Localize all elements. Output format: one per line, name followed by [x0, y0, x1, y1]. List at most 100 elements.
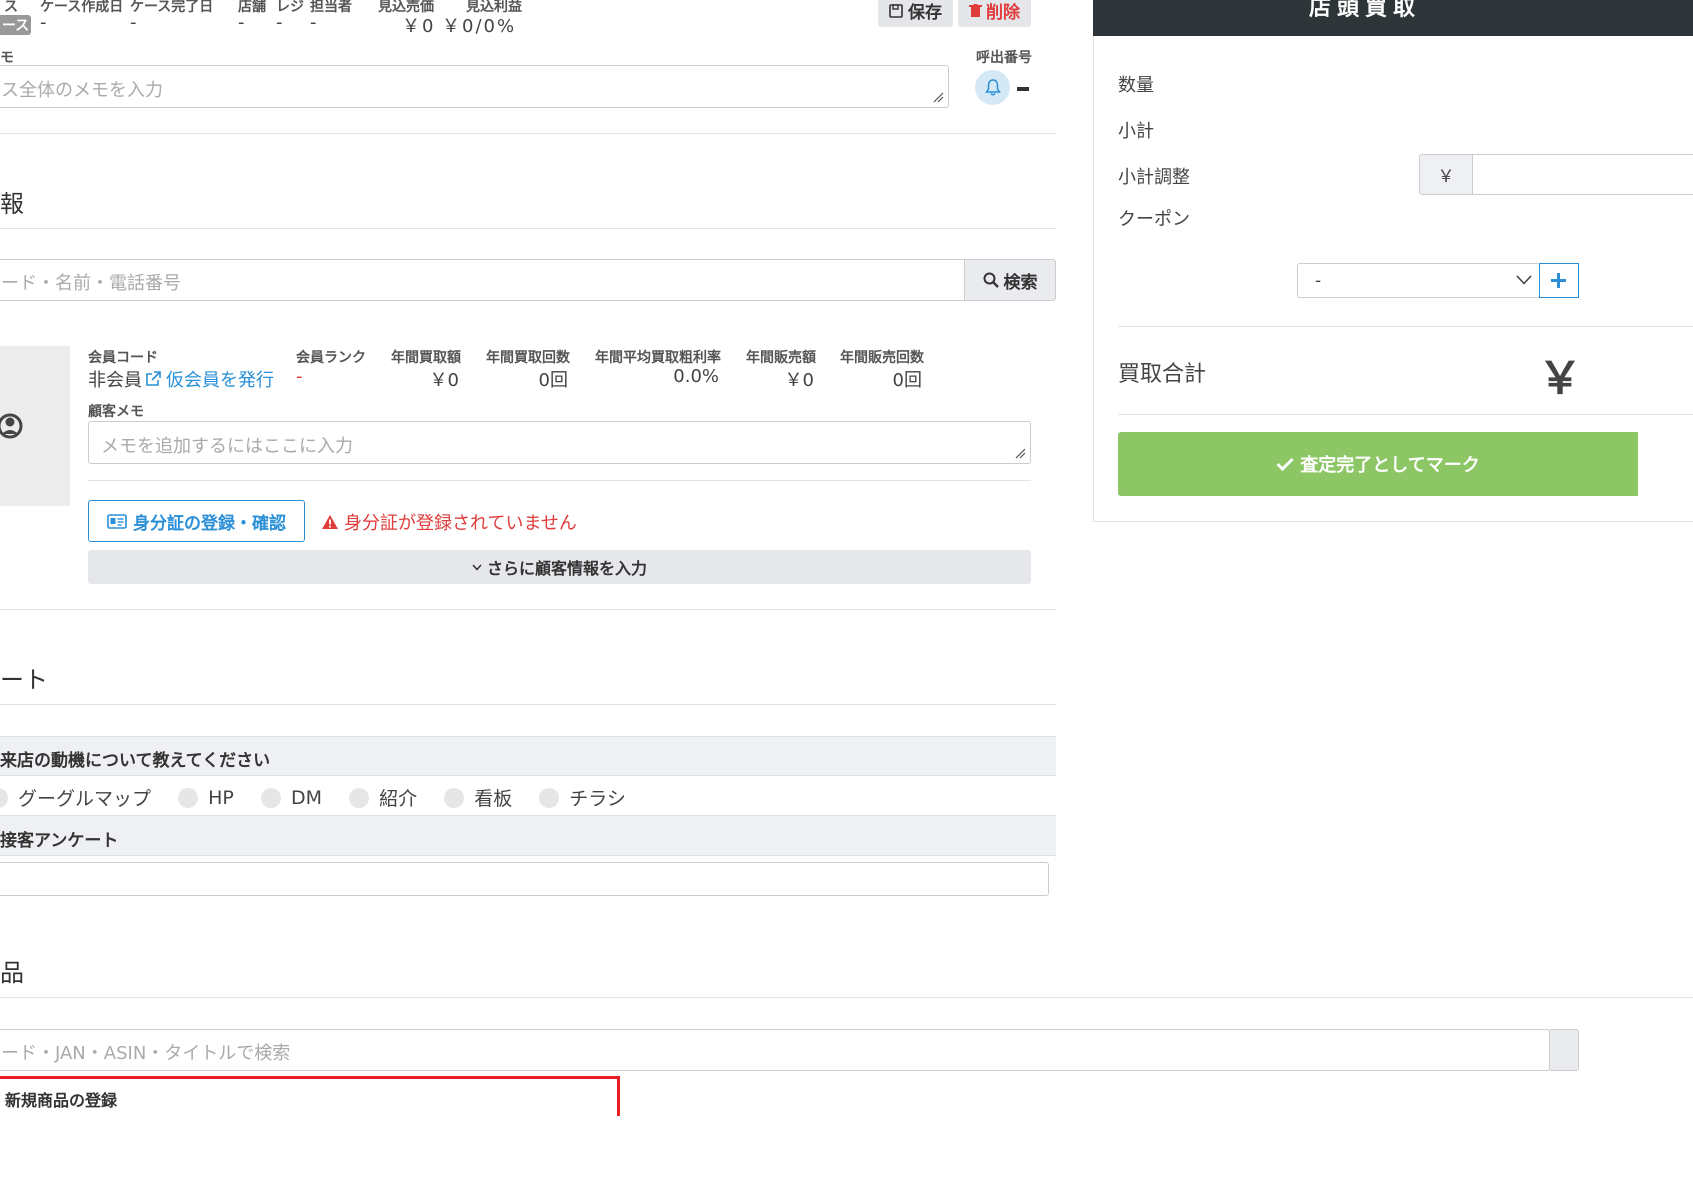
- product-search-input[interactable]: ード・JAN・ASIN・タイトルで検索: [0, 1029, 1550, 1071]
- stat-avg-margin: 0.0%: [673, 366, 719, 387]
- call-bell-button[interactable]: [975, 70, 1010, 105]
- memo-label: モ: [0, 50, 14, 66]
- survey-option-hp[interactable]: HP: [178, 787, 234, 809]
- coupon-select[interactable]: -: [1297, 263, 1540, 298]
- avatar: [0, 346, 70, 506]
- header-label-completed: ケース完了日: [130, 0, 214, 15]
- new-product-panel: 新規商品の登録: [0, 1076, 620, 1116]
- new-product-title[interactable]: 新規商品の登録: [5, 1087, 117, 1111]
- product-search-button[interactable]: [1549, 1029, 1579, 1071]
- header-register-value: -: [276, 12, 283, 33]
- id-card-icon: [107, 513, 127, 529]
- delete-button[interactable]: 削除: [958, 0, 1031, 27]
- id-warning: 身分証が登録されていません: [321, 509, 577, 535]
- mark-assessment-complete-label: 査定完了としてマーク: [1300, 455, 1480, 476]
- bell-icon: [984, 79, 1001, 96]
- customer-search-button[interactable]: 検索: [964, 259, 1056, 301]
- radio-icon[interactable]: [444, 787, 465, 808]
- resize-handle-icon[interactable]: [1014, 447, 1026, 459]
- radio-icon[interactable]: [539, 787, 560, 808]
- case-memo-placeholder: ス全体のメモを入力: [1, 80, 163, 101]
- issue-temp-member-link[interactable]: 仮会員を発行: [145, 366, 274, 392]
- coupon-select-value: -: [1315, 271, 1322, 291]
- stat-annual-purchase-count: 0回: [538, 370, 568, 391]
- check-icon: [1276, 457, 1294, 471]
- call-number-label: 呼出番号: [976, 50, 1032, 66]
- stat-annual-sales: ￥0: [784, 370, 814, 391]
- add-coupon-button[interactable]: [1539, 263, 1579, 298]
- stat-label-annual-sales-count: 年間販売回数: [840, 350, 924, 366]
- call-number-value: [1017, 87, 1029, 91]
- purchase-total-label: 買取合計: [1118, 362, 1207, 387]
- header-label-created: ケース作成日: [40, 0, 124, 15]
- stat-member-code: 非会員: [88, 370, 142, 391]
- customer-search-input[interactable]: ード・名前・電話番号: [0, 259, 966, 301]
- resize-handle-icon[interactable]: [932, 91, 944, 103]
- radio-icon[interactable]: [0, 787, 8, 808]
- stat-annual-sales-count: 0回: [892, 370, 922, 391]
- save-icon: [889, 3, 903, 18]
- survey-option-dm[interactable]: DM: [260, 786, 322, 809]
- survey-option-label: HP: [208, 786, 234, 809]
- radio-icon[interactable]: [260, 787, 281, 808]
- survey-option-signboard[interactable]: 看板: [444, 784, 512, 811]
- stat-label-rank: 会員ランク: [296, 350, 366, 366]
- header-staff-value: -: [310, 12, 317, 33]
- subtotal-adjust-label: 小計調整: [1118, 167, 1190, 188]
- radio-icon[interactable]: [178, 787, 199, 808]
- survey-option-label: グーグルマップ: [18, 788, 152, 810]
- survey-option-label: DM: [290, 786, 322, 809]
- user-icon: [0, 413, 23, 439]
- status-badge: ース: [0, 15, 31, 35]
- issue-temp-member-label: 仮会員を発行: [166, 370, 274, 391]
- case-memo-input[interactable]: ス全体のメモを入力: [0, 65, 949, 108]
- customer-section-title: 報: [0, 190, 24, 218]
- sidebar-title: 店頭買取: [1309, 0, 1422, 21]
- id-warning-text: 身分証が登録されていません: [344, 513, 577, 534]
- external-link-icon: [146, 371, 161, 386]
- customer-memo-input[interactable]: メモを追加するにはここに入力: [88, 421, 1031, 464]
- yen-addon: ￥: [1419, 154, 1473, 195]
- coupon-label: クーポン: [1118, 209, 1190, 230]
- header-store-value: -: [238, 12, 245, 33]
- stat-label-member-code: 会員コード: [88, 350, 158, 366]
- header-expected-price-value: ￥0: [402, 16, 436, 37]
- chevron-down-icon: [1516, 275, 1532, 285]
- survey-question-2-text: 接客アンケート: [0, 831, 119, 851]
- survey-option-referral[interactable]: 紹介: [349, 784, 417, 811]
- save-button[interactable]: 保存: [878, 0, 953, 27]
- plus-icon: [1551, 273, 1566, 288]
- header-created-value: -: [130, 12, 137, 33]
- more-customer-info-button[interactable]: さらに顧客情報を入力: [88, 550, 1031, 584]
- survey-question-2: 接客アンケート: [0, 815, 1056, 856]
- header-label-0: ス: [4, 0, 18, 15]
- survey-option-google-map[interactable]: グーグルマップ: [0, 784, 151, 811]
- id-register-label: 身分証の登録・確認: [133, 513, 286, 534]
- stat-label-annual-purchase-count: 年間買取回数: [486, 350, 570, 366]
- purchase-total-value: ￥: [1538, 353, 1582, 404]
- radio-icon[interactable]: [349, 787, 370, 808]
- survey-option-label: 紹介: [379, 788, 418, 810]
- mark-assessment-complete-button[interactable]: 査定完了としてマーク: [1118, 432, 1638, 496]
- stat-label-annual-purchase: 年間買取額: [391, 350, 461, 366]
- header-dash: -: [40, 12, 47, 33]
- survey-options: グーグルマップ HP DM 紹介 看板 チラシ: [0, 784, 648, 812]
- quantity-label: 数量: [1118, 75, 1154, 96]
- subtotal-label: 小計: [1118, 121, 1154, 142]
- survey-option-flyer[interactable]: チラシ: [539, 784, 626, 811]
- survey-question-1-text: 来店の動機について教えてください: [0, 751, 271, 771]
- id-register-button[interactable]: 身分証の登録・確認: [88, 500, 305, 542]
- customer-search-placeholder: ード・名前・電話番号: [1, 273, 181, 294]
- survey-answer-input[interactable]: [0, 862, 1049, 896]
- survey-section-title: ート: [0, 666, 48, 694]
- trash-icon: [969, 3, 982, 17]
- survey-option-label: 看板: [474, 788, 513, 810]
- warning-icon: [322, 515, 338, 529]
- sidebar-header: 店頭買取: [1093, 0, 1693, 36]
- customer-memo-placeholder: メモを追加するにはここに入力: [101, 436, 353, 457]
- more-customer-info-label: さらに顧客情報を入力: [486, 559, 647, 578]
- subtotal-adjust-input[interactable]: [1472, 154, 1693, 195]
- survey-option-label: チラシ: [569, 788, 626, 810]
- header-expected-profit-value: ￥0/0%: [442, 16, 517, 37]
- stat-label-annual-sales: 年間販売額: [746, 350, 816, 366]
